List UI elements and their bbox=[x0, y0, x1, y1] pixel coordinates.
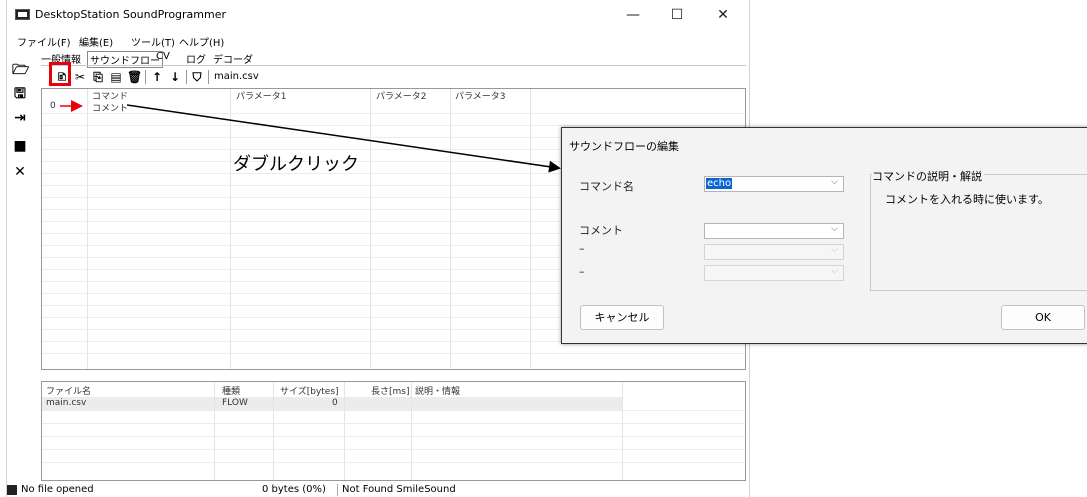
chevron-down-icon: ⌵ bbox=[831, 224, 838, 234]
command-description: コメントを入れる時に使います。 bbox=[885, 193, 1049, 206]
cancel-button[interactable]: キャンセル bbox=[580, 305, 664, 330]
chevron-down-icon: ⌵ bbox=[831, 177, 838, 187]
chevron-down-icon: ⌵ bbox=[831, 266, 838, 276]
comment-label: コメント bbox=[579, 224, 623, 237]
comment-select[interactable]: ⌵ bbox=[704, 223, 844, 239]
param2-select: ⌵ bbox=[704, 244, 844, 260]
chevron-down-icon: ⌵ bbox=[831, 245, 838, 255]
param3-label: – bbox=[579, 265, 585, 278]
dialog-title: サウンドフローの編集 bbox=[569, 140, 679, 153]
black-arrow bbox=[126, 104, 561, 173]
command-name-select[interactable]: echo ⌵ bbox=[704, 176, 844, 192]
ok-button[interactable]: OK bbox=[1001, 305, 1085, 330]
param3-select: ⌵ bbox=[704, 265, 844, 281]
edit-sound-flow-dialog: サウンドフローの編集 コマンド名 echo ⌵ コメント ⌵ – ⌵ – ⌵ コ… bbox=[561, 127, 1087, 344]
param2-label: – bbox=[579, 242, 585, 255]
group-title: コマンドの説明・解説 bbox=[872, 168, 984, 184]
command-value: echo bbox=[706, 178, 733, 189]
command-name-label: コマンド名 bbox=[579, 180, 634, 193]
